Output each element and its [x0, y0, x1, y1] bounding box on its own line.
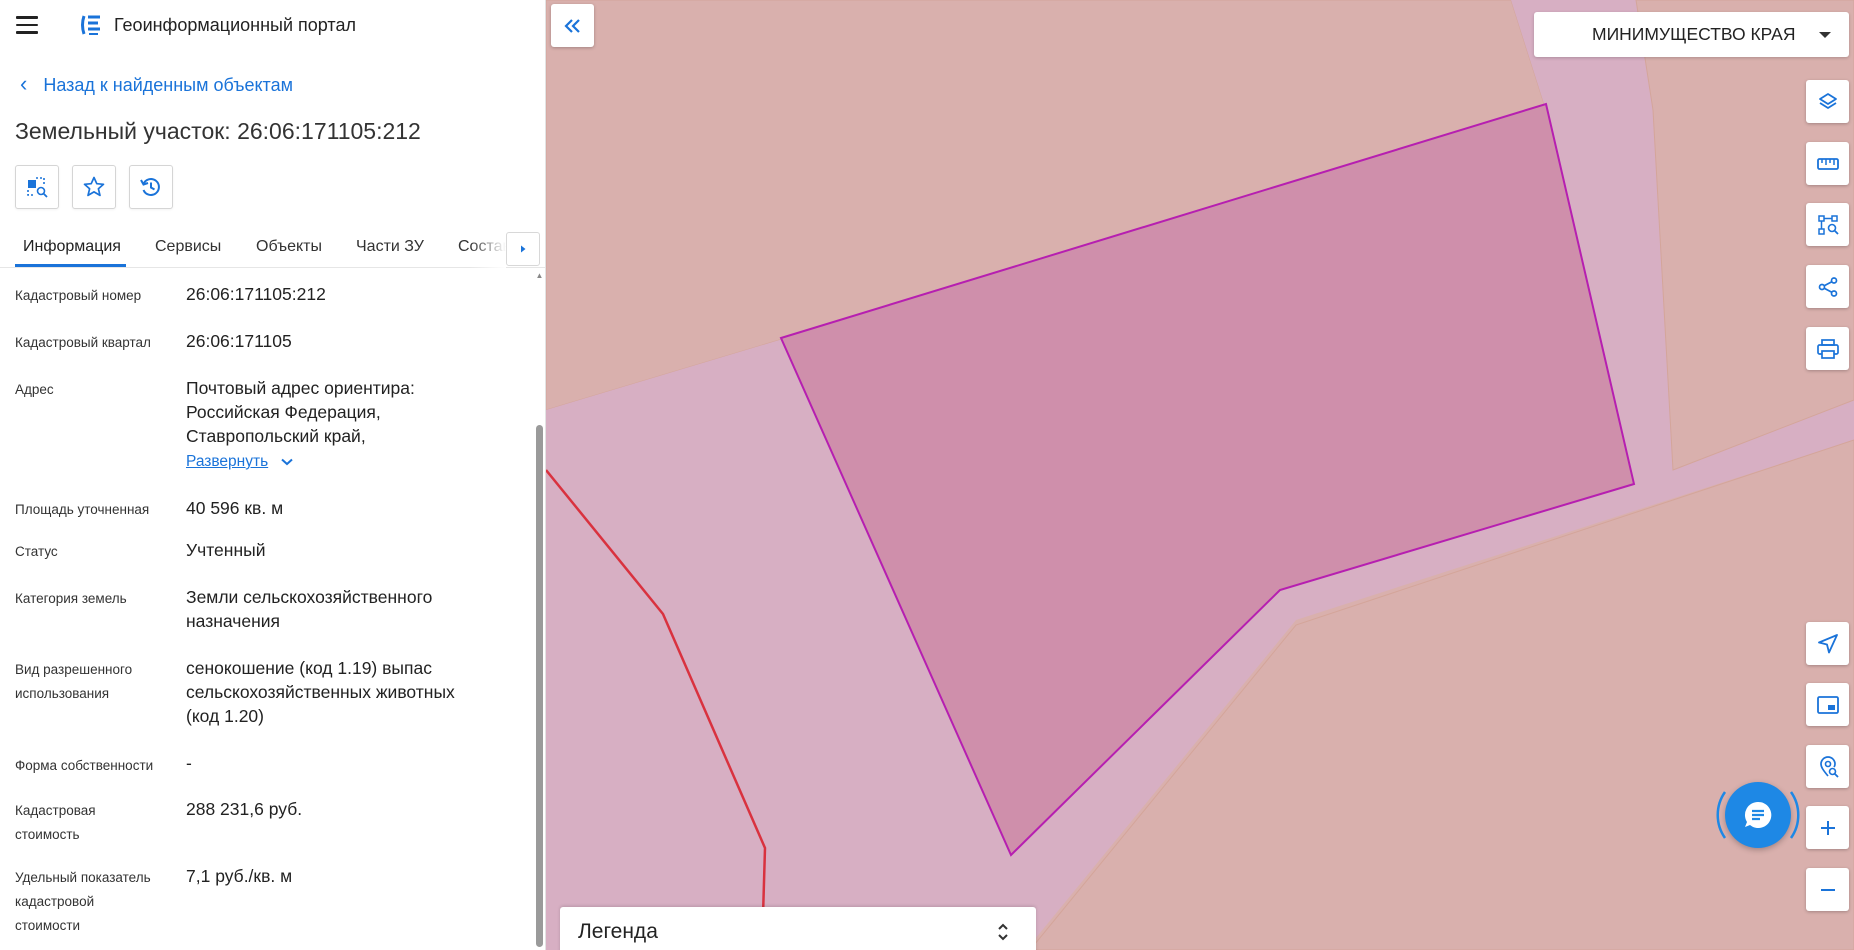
address-line: Ставропольский край, — [186, 426, 366, 446]
minimap-icon — [1816, 695, 1839, 714]
attr-label: Кадастровый квартал — [15, 335, 151, 350]
attr-value: 7,1 руб./кв. м — [186, 866, 293, 886]
attr-value: 40 596 кв. м — [186, 498, 284, 518]
attr-label: Статус — [15, 544, 58, 559]
attr-value: 26:06:171105 — [186, 331, 292, 351]
print-button[interactable] — [1806, 327, 1849, 370]
scrollbar-thumb[interactable] — [536, 425, 543, 947]
zoom-in-button[interactable] — [1806, 806, 1849, 849]
side-panel: Геоинформационный портал ‹ Назад к найде… — [0, 0, 546, 950]
legend-title: Легенда — [578, 920, 658, 943]
locate-icon — [1817, 633, 1838, 653]
print-icon — [1816, 338, 1839, 359]
layers-icon — [1818, 92, 1837, 109]
attr-label: Категория земель — [15, 591, 127, 606]
menu-icon[interactable] — [16, 16, 38, 34]
portal-logo-icon — [81, 15, 100, 35]
tab-information[interactable]: Информация — [23, 238, 121, 256]
ruler-icon — [1816, 157, 1839, 170]
organization-select-value: МИНИМУЩЕСТВО КРАЯ — [1592, 24, 1796, 44]
select-area-button[interactable] — [1806, 203, 1849, 246]
organization-select[interactable]: МИНИМУЩЕСТВО КРАЯ — [1534, 12, 1849, 57]
address-line: Почтовый адрес ориентира: — [186, 378, 415, 398]
select-area-icon — [1817, 214, 1839, 235]
attr-label: Адрес — [15, 382, 54, 397]
value-line: назначения — [186, 611, 281, 631]
layers-button[interactable] — [1806, 80, 1849, 123]
collapse-panel-button[interactable] — [551, 4, 594, 47]
legend-panel[interactable]: Легенда — [560, 907, 1036, 950]
attr-label: Площадь уточненная — [15, 502, 150, 517]
zoom-out-icon — [1820, 888, 1835, 891]
address-line: Российская Федерация, — [186, 402, 381, 422]
attr-value: 26:06:171105:212 — [186, 284, 326, 304]
share-button[interactable] — [1806, 265, 1849, 308]
label-line: Вид разрешенного — [15, 662, 133, 677]
history-button[interactable] — [129, 165, 173, 209]
caret-right-icon — [521, 245, 526, 253]
tabs-scroll-right-button[interactable] — [506, 232, 540, 266]
value-line: Земли сельскохозяйственного — [186, 587, 433, 607]
active-tab-indicator — [15, 264, 126, 267]
chat-button[interactable] — [1713, 770, 1803, 860]
value-line: сельскохозяйственных животных — [186, 682, 455, 702]
zoom-out-button[interactable] — [1806, 868, 1849, 911]
label-line: Кадастровая — [15, 803, 96, 818]
zoom-to-object-button[interactable] — [15, 165, 59, 209]
info-tabs: Информация Сервисы Объекты Части ЗУ Сост… — [0, 230, 545, 268]
object-title: Земельный участок: 26:06:171105:212 — [15, 118, 421, 144]
map-canvas — [546, 0, 1854, 950]
value-line: (код 1.20) — [186, 706, 264, 726]
label-line: Удельный показатель — [15, 870, 151, 885]
attr-value: Земли сельскохозяйственного назначения — [186, 585, 506, 633]
attr-label: Удельный показатель кадастровой стоимост… — [15, 866, 175, 938]
value-line: сенокошение (код 1.19) выпас — [186, 658, 432, 678]
back-to-results-link[interactable]: ‹ Назад к найденным объектам — [20, 71, 293, 96]
chevron-down-icon — [281, 458, 293, 466]
map-view[interactable] — [546, 0, 1854, 950]
favorite-button[interactable] — [72, 165, 116, 209]
tab-fade — [470, 230, 506, 268]
attr-value: - — [186, 753, 192, 773]
label-line: использования — [15, 686, 110, 701]
attr-label: Форма собственности — [15, 758, 154, 773]
share-icon — [1818, 276, 1837, 297]
chevron-down-icon — [1819, 31, 1831, 38]
chevron-left-icon: ‹ — [20, 71, 28, 96]
attr-value: сенокошение (код 1.19) выпас сельскохозя… — [186, 656, 506, 728]
attr-label: Кадастровая стоимость — [15, 799, 175, 847]
expand-label: Развернуть — [186, 453, 269, 470]
top-bar: Геоинформационный портал — [0, 0, 545, 50]
attr-label: Кадастровый номер — [15, 288, 142, 303]
history-icon — [140, 178, 160, 196]
label-line: стоимость — [15, 827, 80, 842]
scroll-up-arrow[interactable]: ▲ — [535, 272, 544, 280]
minimap-button[interactable] — [1806, 683, 1849, 726]
double-chevron-left-icon — [563, 18, 580, 33]
attr-value: 288 231,6 руб. — [186, 799, 303, 819]
geo-search-icon — [1819, 755, 1839, 778]
label-line: кадастровой — [15, 894, 95, 909]
zoom-to-object-icon — [27, 177, 48, 198]
object-actions — [15, 165, 173, 209]
attr-label: Вид разрешенного использования — [15, 658, 175, 706]
zoom-in-icon — [1820, 820, 1835, 835]
locate-button[interactable] — [1806, 622, 1849, 665]
tab-services[interactable]: Сервисы — [155, 238, 221, 256]
chat-pulse-ring — [1716, 791, 1800, 839]
star-icon — [83, 176, 105, 197]
tab-parcel-parts[interactable]: Части ЗУ — [356, 238, 424, 256]
app-title: Геоинформационный портал — [114, 14, 356, 35]
expand-address-link[interactable]: Развернуть — [186, 450, 294, 474]
label-line: стоимости — [15, 918, 81, 933]
measure-button[interactable] — [1806, 142, 1849, 185]
attr-value: Почтовый адрес ориентира: Российская Фед… — [186, 376, 506, 474]
tab-objects[interactable]: Объекты — [256, 238, 322, 256]
back-link-label: Назад к найденным объектам — [43, 74, 293, 95]
geo-search-button[interactable] — [1806, 745, 1849, 788]
attr-value: Учтенный — [186, 540, 266, 560]
expand-collapse-icon — [998, 923, 1008, 941]
